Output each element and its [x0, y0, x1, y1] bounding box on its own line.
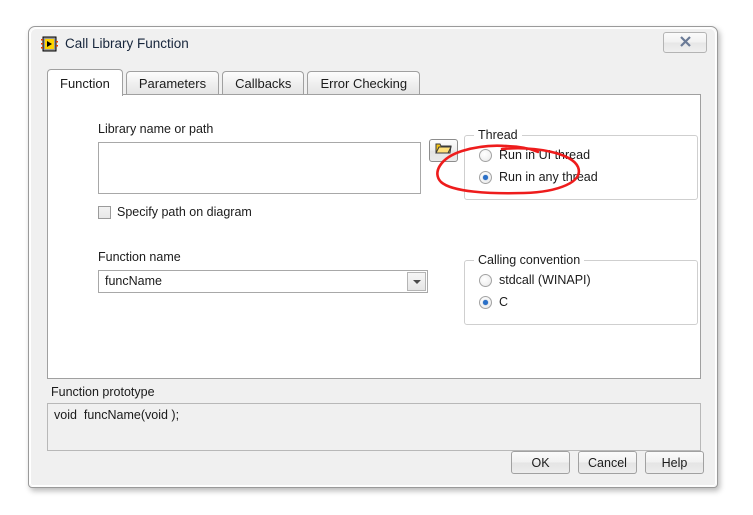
browse-library-button[interactable]: [429, 139, 458, 162]
tab-label: Function: [60, 76, 110, 91]
ok-button[interactable]: OK: [511, 451, 570, 474]
thread-legend: Thread: [474, 128, 522, 142]
tab-label: Error Checking: [320, 76, 407, 91]
radio-indicator: [479, 296, 492, 309]
library-name-label: Library name or path: [98, 122, 213, 136]
labview-call-library-icon: [41, 36, 58, 52]
thread-groupbox: Thread Run in UI thread Run in any threa…: [464, 135, 698, 200]
function-name-label: Function name: [98, 250, 181, 264]
radio-label: C: [499, 295, 508, 309]
radio-c-convention[interactable]: C: [479, 295, 508, 309]
screenshot-root: Call Library Function Function Parameter…: [0, 0, 753, 515]
calling-convention-groupbox: Calling convention stdcall (WINAPI) C: [464, 260, 698, 325]
radio-indicator: [479, 274, 492, 287]
button-label: Cancel: [588, 456, 627, 470]
function-tab-panel: Library name or path Specify path on dia…: [47, 94, 701, 379]
radio-label: stdcall (WINAPI): [499, 273, 591, 287]
radio-indicator: [479, 171, 492, 184]
call-library-function-dialog: Call Library Function Function Parameter…: [28, 26, 718, 488]
tab-error-checking[interactable]: Error Checking: [307, 71, 420, 95]
radio-run-in-ui-thread[interactable]: Run in UI thread: [479, 148, 590, 162]
window-title: Call Library Function: [65, 36, 189, 51]
radio-label: Run in any thread: [499, 170, 598, 184]
function-name-value: funcName: [105, 274, 162, 288]
button-label: Help: [662, 456, 688, 470]
function-prototype-text: void funcName(void );: [54, 408, 179, 422]
specify-path-on-diagram-checkbox[interactable]: Specify path on diagram: [98, 205, 252, 219]
radio-run-in-any-thread[interactable]: Run in any thread: [479, 170, 598, 184]
tab-label: Callbacks: [235, 76, 291, 91]
folder-open-icon: [435, 141, 452, 160]
tab-function[interactable]: Function: [47, 69, 123, 96]
chevron-down-icon: [413, 280, 421, 284]
tab-callbacks[interactable]: Callbacks: [222, 71, 304, 95]
radio-stdcall-winapi[interactable]: stdcall (WINAPI): [479, 273, 591, 287]
specify-path-label: Specify path on diagram: [117, 205, 252, 219]
radio-indicator: [479, 149, 492, 162]
radio-label: Run in UI thread: [499, 148, 590, 162]
function-name-combobox[interactable]: funcName: [98, 270, 428, 293]
title-bar: Call Library Function: [29, 27, 717, 63]
close-button[interactable]: [663, 32, 707, 53]
tab-strip: Function Parameters Callbacks Error Chec…: [47, 69, 423, 95]
help-button[interactable]: Help: [645, 451, 704, 474]
calling-convention-legend: Calling convention: [474, 253, 584, 267]
tab-label: Parameters: [139, 76, 206, 91]
close-icon: [680, 36, 691, 49]
function-name-dropdown-button[interactable]: [407, 272, 426, 291]
button-label: OK: [531, 456, 549, 470]
checkbox-box: [98, 206, 111, 219]
library-name-input[interactable]: [98, 142, 421, 194]
function-prototype-box: void funcName(void );: [47, 403, 701, 451]
tab-parameters[interactable]: Parameters: [126, 71, 219, 95]
function-prototype-label: Function prototype: [51, 385, 155, 399]
cancel-button[interactable]: Cancel: [578, 451, 637, 474]
